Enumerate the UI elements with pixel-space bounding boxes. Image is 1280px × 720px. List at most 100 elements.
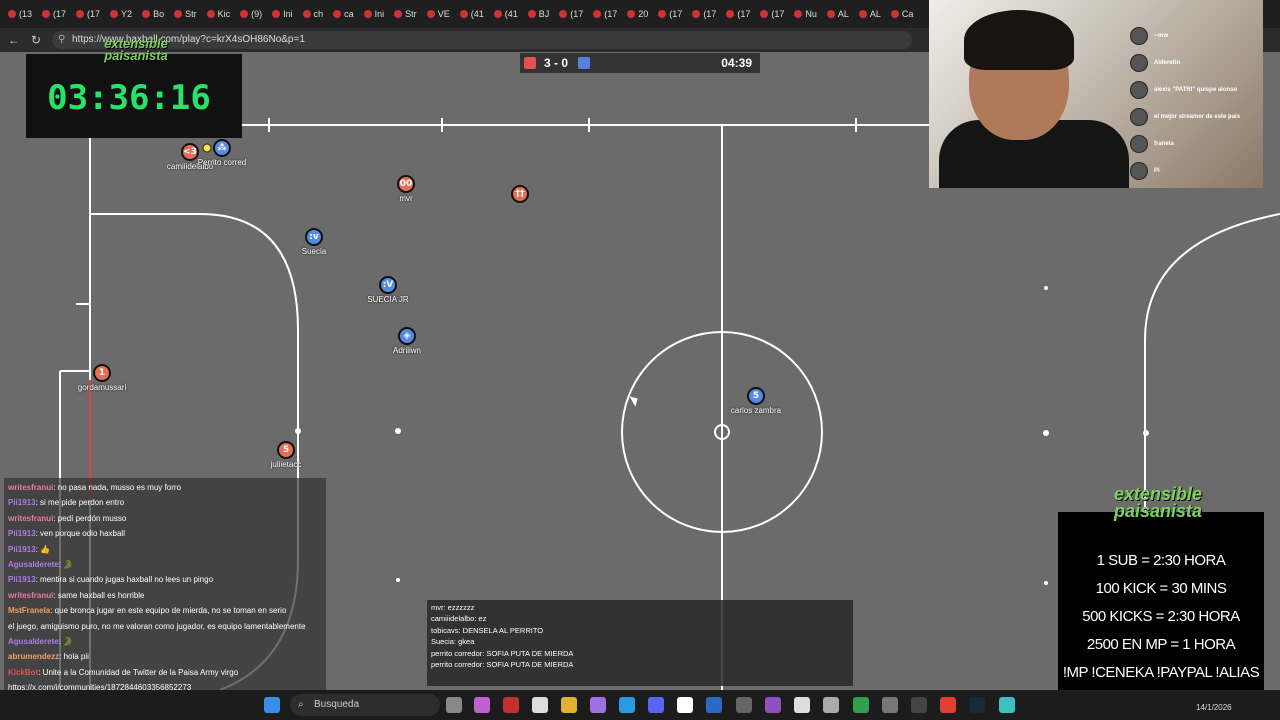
browser-tab[interactable]: Str xyxy=(390,4,421,24)
chat-username[interactable]: Pii1913 xyxy=(8,498,36,507)
browser-tab[interactable]: Bo xyxy=(138,4,168,24)
tab-favicon-icon xyxy=(333,10,342,18)
chat-username[interactable]: writesfranui xyxy=(8,514,53,523)
chat-username[interactable]: Agusalderete xyxy=(8,560,59,569)
obs-icon[interactable] xyxy=(882,697,898,713)
chat-username[interactable]: abrumendezz xyxy=(8,652,59,661)
tab-favicon-icon xyxy=(302,10,311,18)
promo-line: 100 KICK = 30 MINS xyxy=(1095,580,1227,597)
tab-label: VE xyxy=(437,9,450,19)
browser-tab[interactable]: (17 xyxy=(688,4,720,24)
tab-favicon-icon xyxy=(426,10,435,18)
tab-favicon-icon xyxy=(527,10,536,18)
browser-tab[interactable]: AL xyxy=(823,4,853,24)
browser-tab[interactable]: (41 xyxy=(456,4,488,24)
browser-tab[interactable]: Ca xyxy=(887,4,918,24)
capcut-icon[interactable] xyxy=(677,697,693,713)
browser-tab[interactable]: (17 xyxy=(756,4,788,24)
chat-username[interactable]: Pii1913 xyxy=(8,575,36,584)
browser-tab[interactable]: Kic xyxy=(203,4,235,24)
app-icon[interactable] xyxy=(765,697,781,713)
browser-tab[interactable]: (17 xyxy=(72,4,104,24)
pen-icon[interactable] xyxy=(590,697,606,713)
edge-icon[interactable] xyxy=(619,697,635,713)
chrome-profile-icon[interactable] xyxy=(940,697,956,713)
browser-tab[interactable]: (17 xyxy=(555,4,587,24)
browser-tab[interactable]: Nu xyxy=(790,4,821,24)
copilot-icon[interactable] xyxy=(474,697,490,713)
discord-icon[interactable] xyxy=(648,697,664,713)
timer-logo: extensible paisanista xyxy=(104,36,168,63)
chat-username[interactable]: writesfranui xyxy=(8,591,53,600)
browser-tab[interactable]: (17 xyxy=(38,4,70,24)
terminal-icon[interactable] xyxy=(911,697,927,713)
browser-tab[interactable]: (17 xyxy=(654,4,686,24)
browser-tab[interactable]: Str xyxy=(170,4,201,24)
game-chat: mvr: ezzzzzz camiiidelalbo: ez tobicavs: D… xyxy=(427,600,853,686)
chat-username[interactable]: Pii1913 xyxy=(8,545,36,554)
chat-message: writesfranui: no pasa nada, musso es muy… xyxy=(8,480,322,495)
browser-tab[interactable]: 20 xyxy=(623,4,652,24)
back-icon[interactable]: ← xyxy=(6,32,22,48)
avatar xyxy=(1130,161,1148,180)
browser-tab[interactable]: (17 xyxy=(589,4,621,24)
browser-tab[interactable]: AL xyxy=(855,4,885,24)
chat-username[interactable]: writesfranui xyxy=(8,483,53,492)
tab-label: (41 xyxy=(504,9,518,19)
file-explorer-icon[interactable] xyxy=(561,697,577,713)
streamer-hair xyxy=(964,10,1074,70)
browser-tab[interactable]: BJ xyxy=(524,4,554,24)
browser-tab[interactable]: (13 xyxy=(4,4,36,24)
word-icon[interactable] xyxy=(706,697,722,713)
tab-favicon-icon xyxy=(627,10,636,18)
chat-username[interactable]: MstFranela xyxy=(8,606,50,615)
browser-tab[interactable]: Ini xyxy=(268,4,297,24)
site-info-icon[interactable]: ⚲ xyxy=(58,31,65,49)
player-name: Adriiiwn xyxy=(392,346,422,355)
tab-favicon-icon xyxy=(8,10,16,18)
settings-icon[interactable] xyxy=(794,697,810,713)
chat-username[interactable]: KickBot xyxy=(8,668,38,677)
windows-start-icon[interactable] xyxy=(264,697,280,713)
taskbar-search[interactable]: ⌕ Busqueda xyxy=(290,694,440,716)
viewer-name: --mw xyxy=(1154,32,1168,39)
viewer-item: el mejor streamer de este pais xyxy=(1130,103,1264,130)
tab-label: ca xyxy=(344,9,354,19)
opera-icon[interactable] xyxy=(503,697,519,713)
chat-username[interactable]: Agusalderete xyxy=(8,637,59,646)
tab-label: (17 xyxy=(604,9,618,19)
tab-favicon-icon xyxy=(658,10,667,18)
steam-icon[interactable] xyxy=(969,697,985,713)
tab-favicon-icon xyxy=(240,10,249,18)
viewer-name: franela xyxy=(1154,140,1174,147)
chrome-icon[interactable] xyxy=(853,697,869,713)
chat-message: KickBot: Unite a la Comunidad de Twitter… xyxy=(8,665,322,680)
haxball-icon[interactable] xyxy=(999,697,1015,713)
tab-label: (17 xyxy=(53,9,67,19)
tab-label: Bo xyxy=(153,9,165,19)
ccleaner-icon[interactable] xyxy=(736,697,752,713)
browser-tab[interactable]: Y2 xyxy=(106,4,136,24)
chat-message: MstFranela: que bronca jugar en este equ… xyxy=(8,603,322,618)
tab-label: (9) xyxy=(251,9,263,19)
tab-favicon-icon xyxy=(890,10,899,18)
chat-text: : 👍 xyxy=(35,544,50,554)
tab-label: (17 xyxy=(669,9,683,19)
task-view-icon[interactable] xyxy=(446,697,462,713)
browser-tab[interactable]: Ini xyxy=(360,4,389,24)
browser-tab[interactable]: VE xyxy=(423,4,454,24)
chat-username[interactable]: Pii1913 xyxy=(8,529,36,538)
viewer-item: Alderetin xyxy=(1130,49,1264,76)
browser-tab[interactable]: ch xyxy=(299,4,328,24)
avatar xyxy=(1130,26,1148,45)
browser-tab[interactable]: (9) xyxy=(236,4,266,24)
tab-favicon-icon xyxy=(559,10,568,18)
gear-icon[interactable] xyxy=(823,697,839,713)
promo-line: 2500 EN MP = 1 HORA xyxy=(1086,636,1236,653)
reload-icon[interactable]: ↻ xyxy=(28,32,44,48)
browser-tab[interactable]: (17 xyxy=(722,4,754,24)
browser-tab[interactable]: ca xyxy=(329,4,358,24)
store-icon[interactable] xyxy=(532,697,548,713)
browser-tab[interactable]: (41 xyxy=(490,4,522,24)
chat-text: : mentira si cuando jugas haxball no lee… xyxy=(35,575,214,585)
